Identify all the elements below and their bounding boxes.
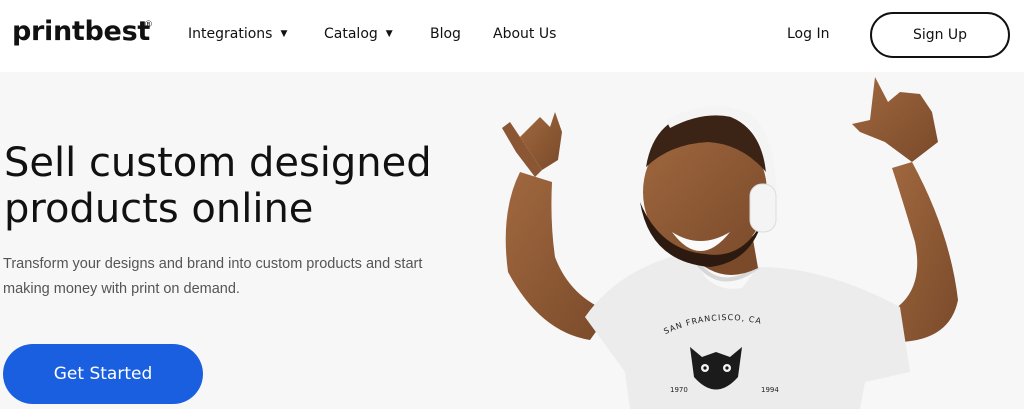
hero-photo: SAN FRANCISCO, CA 1970 1994 bbox=[502, 77, 958, 409]
chevron-down-icon: ▼ bbox=[280, 29, 288, 39]
signup-button[interactable]: Sign Up bbox=[870, 12, 1010, 58]
head bbox=[640, 112, 767, 267]
chevron-down-icon: ▼ bbox=[385, 29, 393, 39]
nav-item-label: About Us bbox=[493, 26, 557, 42]
nav-item-integrations[interactable]: Integrations ▼ bbox=[188, 26, 287, 42]
hero-subtitle: Transform your designs and brand into cu… bbox=[3, 256, 423, 297]
login-link[interactable]: Log In bbox=[787, 26, 829, 42]
shirt-right-year: 1994 bbox=[761, 386, 779, 394]
hero-title: Sell custom designed products online bbox=[4, 140, 432, 232]
nav-item-catalog[interactable]: Catalog ▼ bbox=[324, 26, 393, 42]
t-shirt bbox=[585, 251, 910, 409]
nav-item-label: Integrations bbox=[188, 26, 273, 42]
site-header: printbest ® Integrations ▼ Catalog ▼ Blog … bbox=[0, 0, 1024, 72]
nav-item-label: Catalog bbox=[324, 26, 378, 42]
registered-mark-icon: ® bbox=[144, 20, 153, 30]
nav-item-blog[interactable]: Blog bbox=[430, 26, 461, 42]
nav-item-about-us[interactable]: About Us bbox=[493, 26, 556, 42]
logo[interactable]: printbest bbox=[12, 16, 150, 47]
nav-item-label: Blog bbox=[430, 26, 461, 42]
shirt-left-year: 1970 bbox=[670, 386, 688, 394]
get-started-button[interactable]: Get Started bbox=[3, 344, 203, 404]
